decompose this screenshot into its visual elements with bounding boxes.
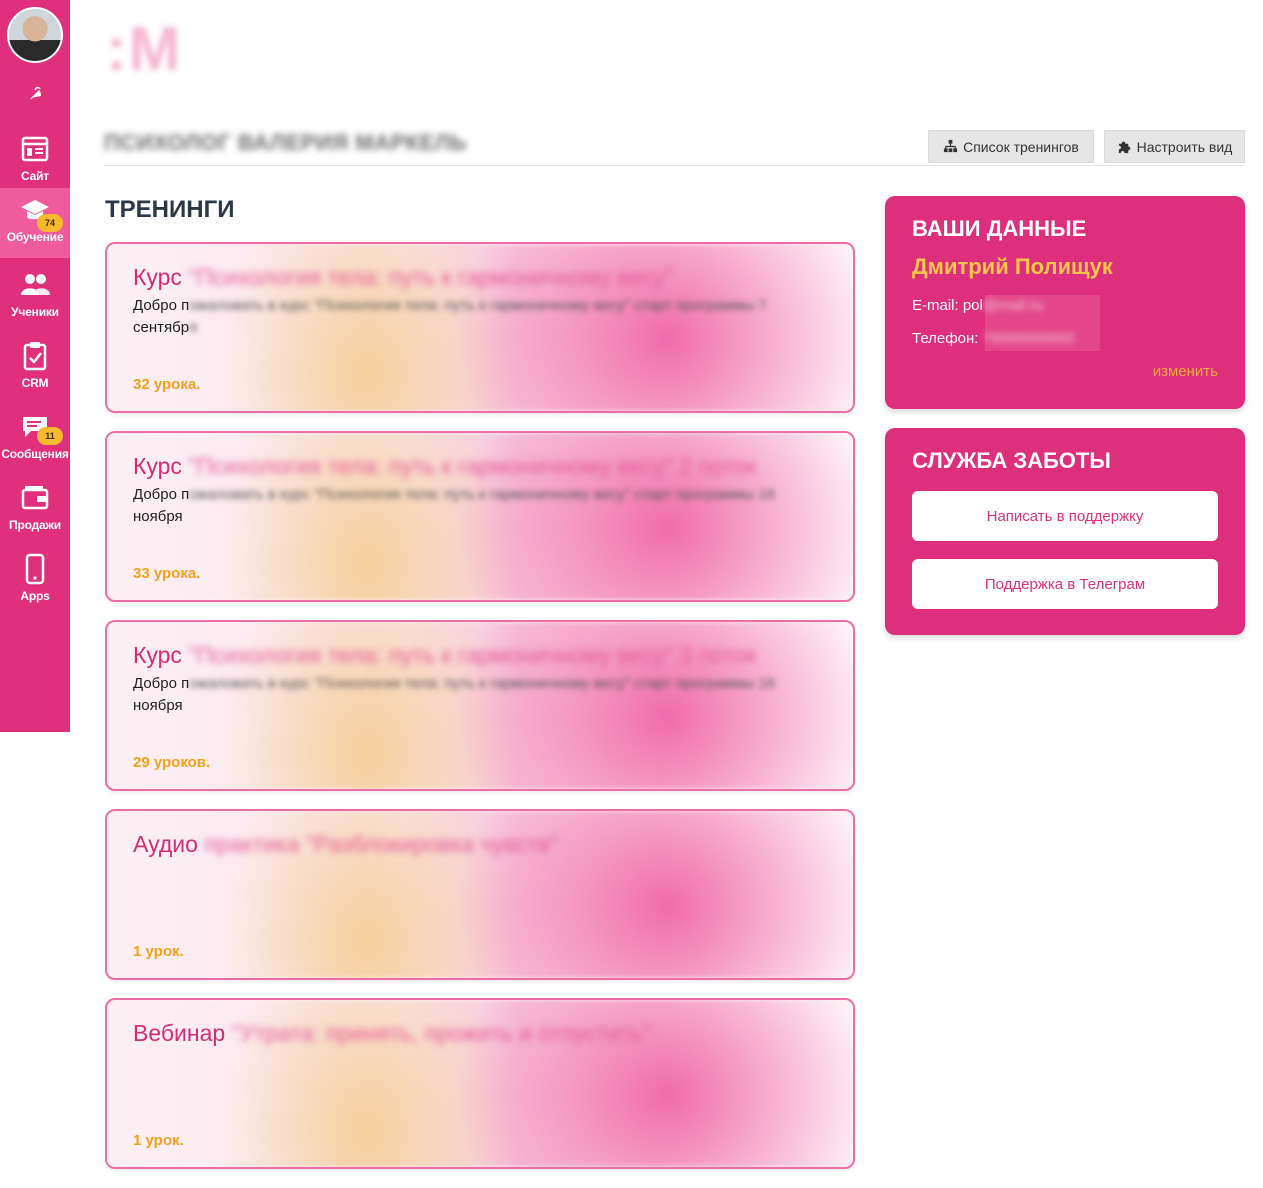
training-name: "Психология тела: путь к гармоничному ве…: [188, 264, 674, 290]
training-title[interactable]: Курс "Психология тела: путь к гармонично…: [133, 453, 756, 480]
sidebar-item-label: Сообщения: [1, 447, 69, 461]
training-type: Вебинар: [133, 1020, 226, 1046]
sidebar-item-label: CRM: [21, 376, 49, 390]
training-card[interactable]: Курс "Психология тела: путь к гармонично…: [105, 431, 855, 602]
profile-title: ВАШИ ДАННЫЕ: [912, 216, 1087, 241]
email-label: E-mail: pol: [912, 297, 983, 314]
students-icon: [21, 274, 50, 295]
customize-view-label: Настроить вид: [1136, 138, 1233, 155]
telegram-support-button[interactable]: Поддержка в Телеграм: [912, 559, 1218, 609]
support-title: СЛУЖБА ЗАБОТЫ: [912, 448, 1111, 473]
phone-hidden: 79000000000: [982, 330, 1075, 347]
sidebar-item-messages[interactable]: Сообщения 11: [0, 405, 70, 473]
sidebar-item-label: Apps: [20, 589, 50, 603]
training-type: Аудио: [133, 831, 198, 857]
desc-visible: Добро п: [133, 486, 190, 503]
desc-visible: Добро п: [133, 675, 190, 692]
phone-row: Телефон: 79000000000: [912, 330, 1074, 347]
lesson-count: 29 уроков.: [133, 754, 211, 771]
training-card[interactable]: Курс "Психология тела: путь к гармонично…: [105, 242, 855, 413]
training-description: Добро пожаловать в курс "Психология тела…: [133, 484, 823, 528]
desc-blurred: ожаловать в курс "Психология тела: путь …: [189, 675, 776, 692]
sidebar-item-label: Продажи: [9, 518, 61, 532]
header-divider: [104, 165, 1245, 166]
lesson-count: 1 урок.: [133, 1132, 184, 1149]
training-name: "Психология тела: путь к гармоничному ве…: [188, 642, 757, 668]
wallet-icon: [21, 486, 49, 510]
school-name: ПСИХОЛОГ ВАЛЕРИЯ МАРКЕЛЬ: [104, 130, 468, 155]
clipboard-check-icon: [23, 342, 47, 371]
write-support-button[interactable]: Написать в поддержку: [912, 491, 1218, 541]
sidebar-item-label: Сайт: [21, 169, 49, 183]
training-type: Курс: [133, 453, 182, 479]
school-logo[interactable]: :M: [106, 14, 182, 85]
desc-blurred: ожаловать в курс "Психология тела: путь …: [189, 486, 776, 503]
learning-badge: 74: [37, 214, 63, 232]
training-type: Курс: [133, 264, 182, 290]
desc-line2-visible: ноября: [133, 697, 183, 714]
training-name: "Утрата: принять, прожить и отпустить": [231, 1020, 651, 1046]
trainings-list-label: Список тренингов: [963, 138, 1079, 155]
training-description: Добро пожаловать в курс "Психология тела…: [133, 673, 823, 717]
puzzle-icon: [1118, 141, 1130, 154]
sidebar-item-students[interactable]: Ученики: [0, 263, 70, 331]
customize-view-button[interactable]: Настроить вид: [1104, 130, 1245, 163]
desc-line2-blurred: я: [188, 319, 198, 336]
user-name: Дмитрий Полищук: [912, 254, 1113, 279]
sidebar-item-label: Обучение: [6, 230, 64, 244]
email-row: E-mail: pol@mail.ru: [912, 297, 1043, 314]
lesson-count: 1 урок.: [133, 943, 184, 960]
phone-icon: [25, 553, 45, 585]
sitemap-icon: [944, 139, 958, 153]
training-name: "Психология тела: путь к гармоничному ве…: [188, 453, 757, 479]
site-icon: [21, 136, 49, 162]
profile-panel: ВАШИ ДАННЫЕ Дмитрий Полищук E-mail: pol@…: [885, 196, 1245, 409]
desc-line2-visible: ноября: [133, 508, 183, 525]
training-card[interactable]: Вебинар "Утрата: принять, прожить и отпу…: [105, 998, 855, 1169]
sidebar-item-apps[interactable]: Apps: [0, 547, 70, 615]
edit-profile-link[interactable]: изменить: [1153, 363, 1218, 380]
notification-bell-icon[interactable]: [25, 84, 45, 104]
training-description: Добро пожаловать в курс "Психология тела…: [133, 295, 823, 339]
avatar[interactable]: [7, 7, 63, 63]
sidebar-item-crm[interactable]: CRM: [0, 334, 70, 402]
sidebar-item-label: Ученики: [11, 305, 59, 319]
trainings-title: ТРЕНИНГИ: [105, 196, 235, 223]
training-card[interactable]: Аудио практика "Разблокировка чувств" 1 …: [105, 809, 855, 980]
sidebar-item-sales[interactable]: Продажи: [0, 476, 70, 544]
messages-badge: 11: [37, 427, 63, 445]
training-title[interactable]: Вебинар "Утрата: принять, прожить и отпу…: [133, 1020, 651, 1047]
sidebar: Сайт Обучение 74 Ученики CRM Сообщения 1…: [0, 0, 70, 732]
support-panel: СЛУЖБА ЗАБОТЫ Написать в поддержку Подде…: [885, 428, 1245, 635]
training-title[interactable]: Курс "Психология тела: путь к гармонично…: [133, 642, 756, 669]
desc-visible: Добро п: [133, 297, 190, 314]
lesson-count: 33 урока.: [133, 565, 201, 582]
training-name: практика "Разблокировка чувств": [204, 831, 559, 857]
training-type: Курс: [133, 642, 182, 668]
email-hidden: @mail.ru: [982, 297, 1044, 314]
training-title[interactable]: Курс "Психология тела: путь к гармонично…: [133, 264, 673, 291]
training-card[interactable]: Курс "Психология тела: путь к гармонично…: [105, 620, 855, 791]
desc-blurred: ожаловать в курс "Психология тела: путь …: [189, 297, 767, 314]
desc-line2-visible: сентябр: [133, 319, 189, 336]
trainings-list-button[interactable]: Список тренингов: [928, 130, 1094, 163]
sidebar-item-learning[interactable]: Обучение 74: [0, 188, 70, 258]
sidebar-item-site[interactable]: Сайт: [0, 127, 70, 195]
lesson-count: 32 урока.: [133, 376, 201, 393]
phone-label: Телефон:: [912, 330, 983, 347]
training-title[interactable]: Аудио практика "Разблокировка чувств": [133, 831, 558, 858]
